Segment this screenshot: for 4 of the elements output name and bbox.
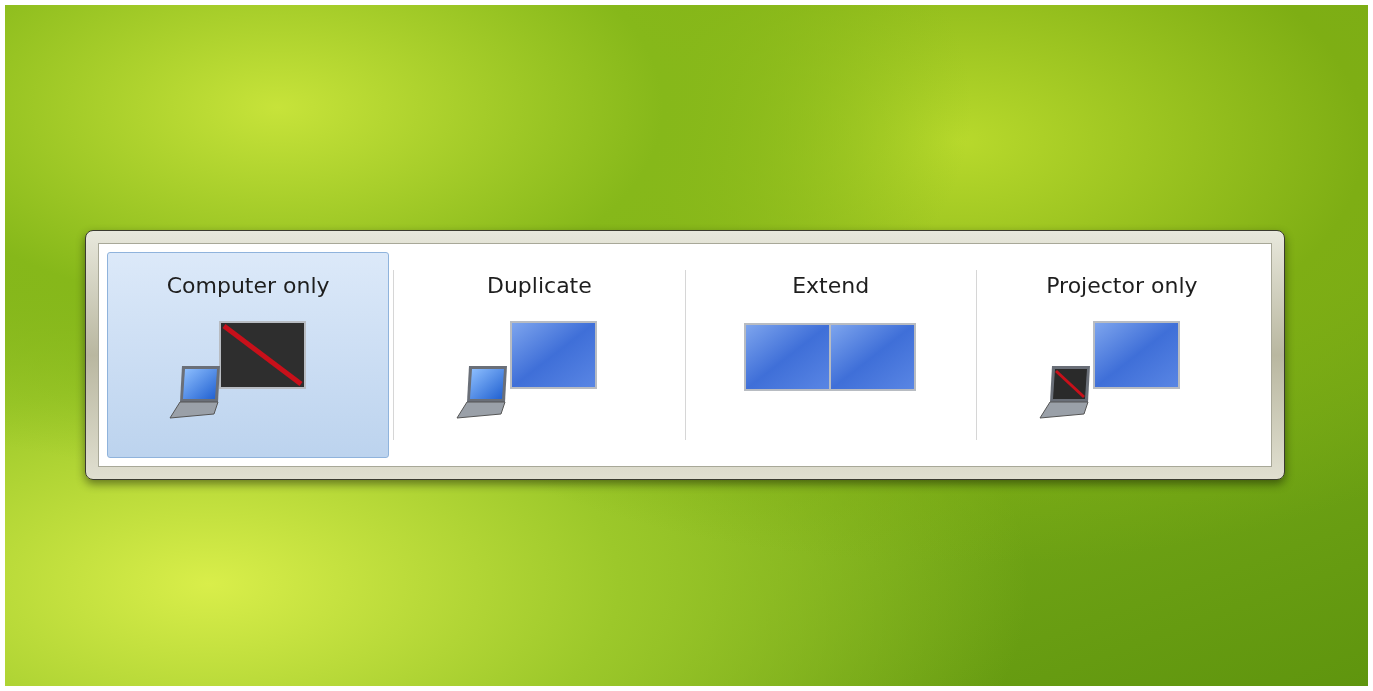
display-mode-option[interactable]: Computer only (107, 252, 390, 458)
display-mode-option[interactable]: Projector only (980, 252, 1263, 458)
display-mode-option[interactable]: Extend (689, 252, 972, 458)
display-mode-option[interactable]: Duplicate (398, 252, 681, 458)
